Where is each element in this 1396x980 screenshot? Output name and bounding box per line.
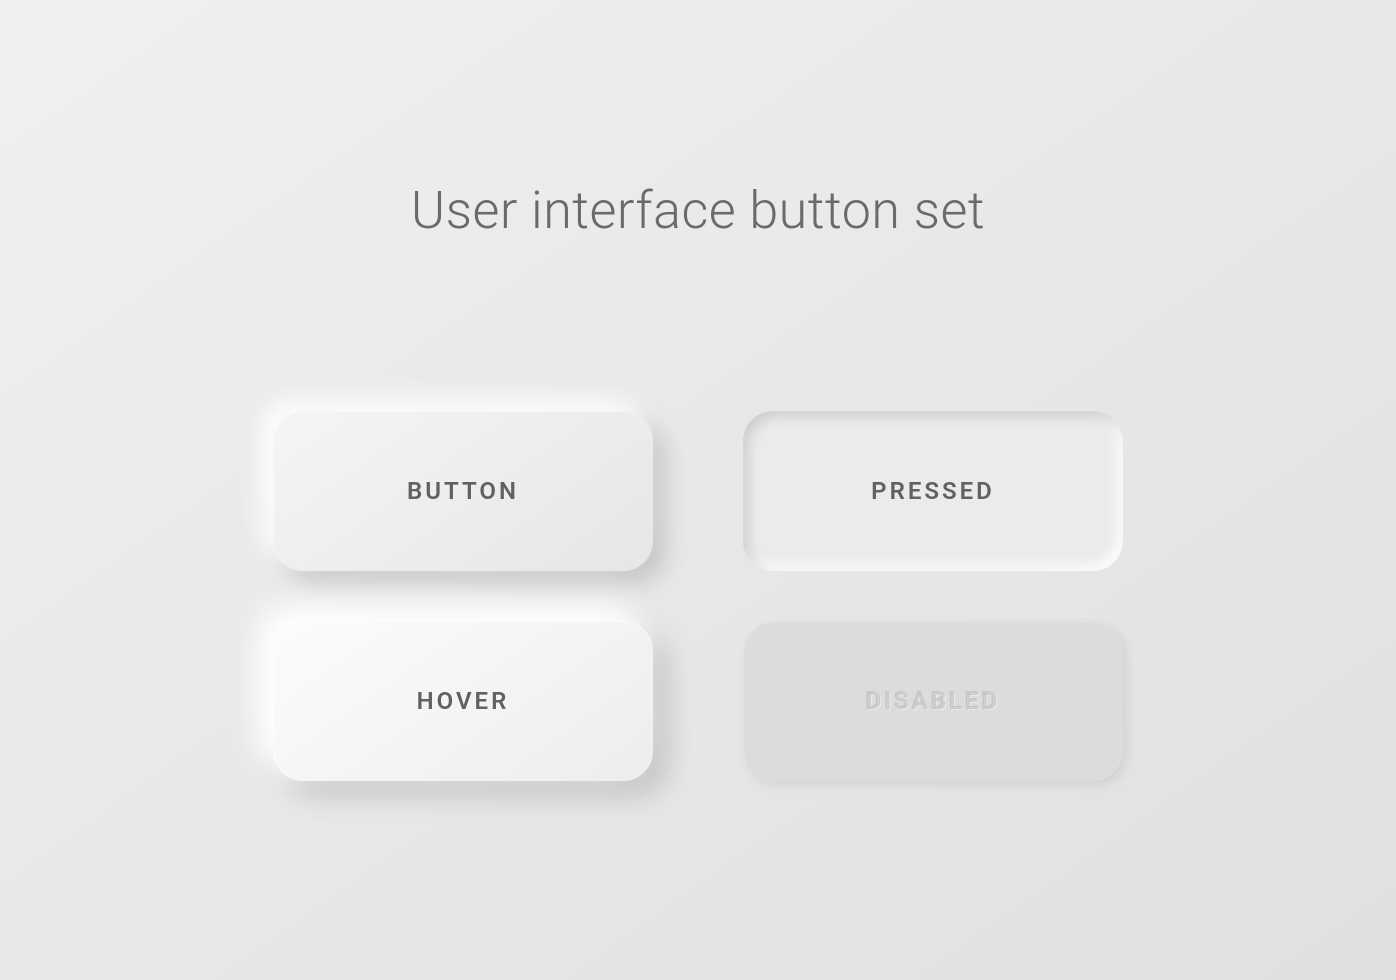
hover-button[interactable]: HOVER [273,621,653,781]
button-grid: BUTTON PRESSED HOVER DISABLED [273,411,1123,781]
pressed-button[interactable]: PRESSED [743,411,1123,571]
pressed-button-label: PRESSED [871,477,995,505]
hover-button-label: HOVER [417,687,510,715]
disabled-button: DISABLED [743,621,1123,781]
disabled-button-label: DISABLED [866,687,1001,715]
default-button[interactable]: BUTTON [273,411,653,571]
default-button-label: BUTTON [407,477,519,505]
page-title: User interface button set [411,180,985,241]
